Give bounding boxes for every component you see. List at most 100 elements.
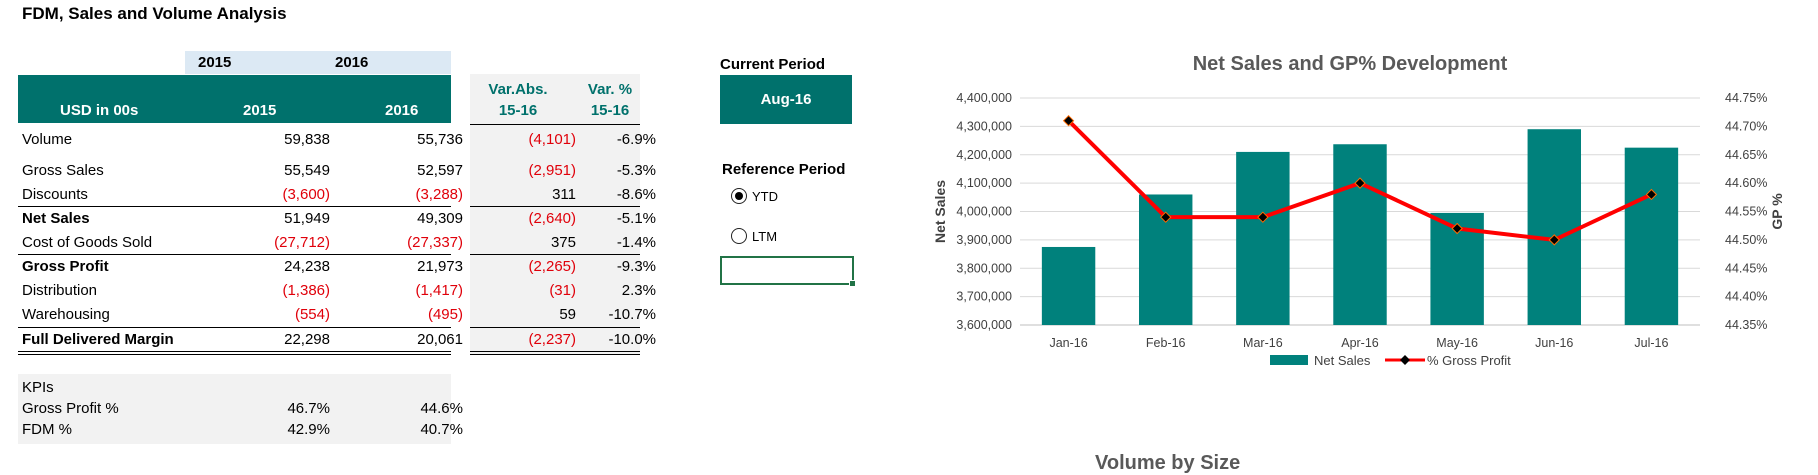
table-row: Net Sales 51,949 49,309 (2,640) -5.1%: [18, 207, 656, 231]
var-pct-period: 15-16: [590, 102, 630, 119]
row-label: Cost of Goods Sold: [22, 234, 153, 251]
kpi-value-2016: 44.6%: [420, 400, 463, 417]
y2-tick-label: 44.50%: [1725, 233, 1767, 247]
kpi-row: FDM % 42.9% 40.7%: [18, 419, 463, 439]
value-2016: (3,288): [415, 186, 463, 203]
reference-period-label: Reference Period: [722, 161, 846, 178]
value-2016: (1,417): [415, 282, 463, 299]
radio-ltm-label[interactable]: LTM: [752, 229, 777, 244]
y2-tick-label: 44.70%: [1725, 119, 1767, 133]
y-axis-title: Net Sales: [932, 180, 948, 243]
y-tick-label: 4,200,000: [956, 148, 1012, 162]
row-label: Distribution: [22, 282, 98, 299]
row-rule: [18, 351, 451, 352]
var-pct: -9.3%: [616, 258, 656, 275]
var-pct-header: Var. %: [587, 81, 633, 98]
var-pct: -6.9%: [616, 131, 656, 148]
kpi-label: FDM %: [22, 421, 72, 438]
value-2015: (554): [294, 306, 330, 323]
var-abs: (31): [549, 282, 576, 299]
var-abs: (2,237): [528, 331, 576, 348]
current-period-cell[interactable]: Aug-16: [720, 75, 852, 124]
kpi-value-2015: 46.7%: [287, 400, 330, 417]
var-pct: -1.4%: [616, 234, 656, 251]
table-row: Discounts (3,600) (3,288) 311 -8.6%: [18, 183, 656, 207]
row-rule-double: [18, 354, 451, 355]
y2-tick-label: 44.40%: [1725, 290, 1767, 304]
x-tick-label: Jan-16: [1049, 336, 1087, 350]
var-abs: 59: [559, 306, 576, 323]
radio-ytd-label[interactable]: YTD: [752, 189, 778, 204]
second-chart-title: Volume by Size: [1095, 452, 1241, 474]
var-abs: 311: [552, 186, 576, 203]
x-tick-label: Feb-16: [1146, 336, 1186, 350]
radio-ltm[interactable]: [731, 228, 747, 244]
sheet-title: FDM, Sales and Volume Analysis: [22, 4, 287, 23]
value-2016: (495): [427, 306, 463, 323]
x-tick-label: Jul-16: [1634, 336, 1668, 350]
value-2015: 24,238: [284, 258, 330, 275]
bar-net-sales: [1527, 129, 1581, 325]
row-label: Warehousing: [22, 306, 110, 323]
current-period-label: Current Period: [720, 56, 826, 73]
var-pct: -5.1%: [616, 210, 656, 227]
value-2016: (27,337): [407, 234, 463, 251]
table-row: Gross Sales 55,549 52,597 (2,951) -5.3%: [18, 159, 656, 183]
y-tick-label: 4,000,000: [956, 205, 1012, 219]
var-abs: 375: [550, 234, 576, 251]
header-2016: 2016: [385, 102, 419, 119]
table-row: Distribution (1,386) (1,417) (31) 2.3%: [18, 279, 656, 303]
chart-area: 4,400,000 44.75% 4,300,000 44.70% 4,200,000 4…: [932, 91, 1785, 368]
row-label: Discounts: [22, 186, 88, 203]
x-tick-label: Mar-16: [1243, 336, 1283, 350]
value-2016: 52,597: [417, 162, 463, 179]
value-2015: 22,298: [284, 331, 330, 348]
y-tick-label: 4,400,000: [956, 91, 1012, 105]
row-label: Gross Sales: [22, 162, 104, 179]
legend-bar-swatch: [1270, 355, 1308, 365]
kpi-value-2016: 40.7%: [420, 421, 463, 438]
kpi-label: Gross Profit %: [22, 400, 119, 417]
year-2015-label: 2015: [198, 54, 232, 71]
y2-tick-label: 44.45%: [1725, 261, 1767, 275]
var-pct: 2.3%: [621, 282, 656, 299]
table-row: Cost of Goods Sold (27,712) (27,337) 375…: [18, 231, 656, 255]
bar-net-sales: [1041, 246, 1096, 325]
var-abs: (2,640): [528, 210, 576, 227]
y2-tick-label: 44.75%: [1725, 91, 1767, 105]
y-tick-label: 3,700,000: [956, 290, 1012, 304]
kpi-value-2015: 42.9%: [287, 421, 330, 438]
radio-ytd[interactable]: [731, 188, 747, 204]
bar-net-sales: [1333, 144, 1387, 325]
value-2015: (27,712): [274, 234, 330, 251]
table-row: Full Delivered Margin 22,298 20,061 (2,2…: [18, 328, 656, 352]
row-label: Full Delivered Margin: [22, 331, 174, 348]
var-abs: (2,951): [528, 162, 576, 179]
var-row-rule-double: [470, 354, 640, 355]
selected-cell[interactable]: [720, 256, 856, 287]
row-label: Volume: [22, 131, 73, 148]
table-row: Warehousing (554) (495) 59 -10.7%: [18, 303, 656, 327]
var-pct: -10.0%: [608, 331, 656, 348]
y-tick-label: 4,100,000: [956, 176, 1012, 190]
legend-net-sales: Net Sales: [1314, 353, 1371, 368]
value-2015: (3,600): [282, 186, 330, 203]
x-tick-label: Jun-16: [1535, 336, 1573, 350]
y2-tick-label: 44.35%: [1725, 318, 1767, 332]
y2-tick-label: 44.60%: [1725, 176, 1767, 190]
y2-axis-title: GP %: [1769, 193, 1785, 230]
row-label: Net Sales: [22, 210, 90, 227]
bar-net-sales: [1624, 147, 1679, 325]
var-abs: (2,265): [528, 258, 576, 275]
year-2016-label: 2016: [335, 54, 369, 71]
var-row-rule: [470, 351, 640, 352]
var-pct: -8.6%: [616, 186, 656, 203]
value-2015: 59,838: [284, 131, 330, 148]
y-tick-label: 4,300,000: [956, 119, 1012, 133]
kpi-title: KPIs: [22, 379, 54, 396]
legend-line-marker: [1400, 355, 1410, 365]
fill-handle[interactable]: [849, 280, 856, 287]
value-2015: 51,949: [284, 210, 330, 227]
header-units-label: USD in 00s: [60, 102, 139, 119]
var-pct: -5.3%: [616, 162, 656, 179]
